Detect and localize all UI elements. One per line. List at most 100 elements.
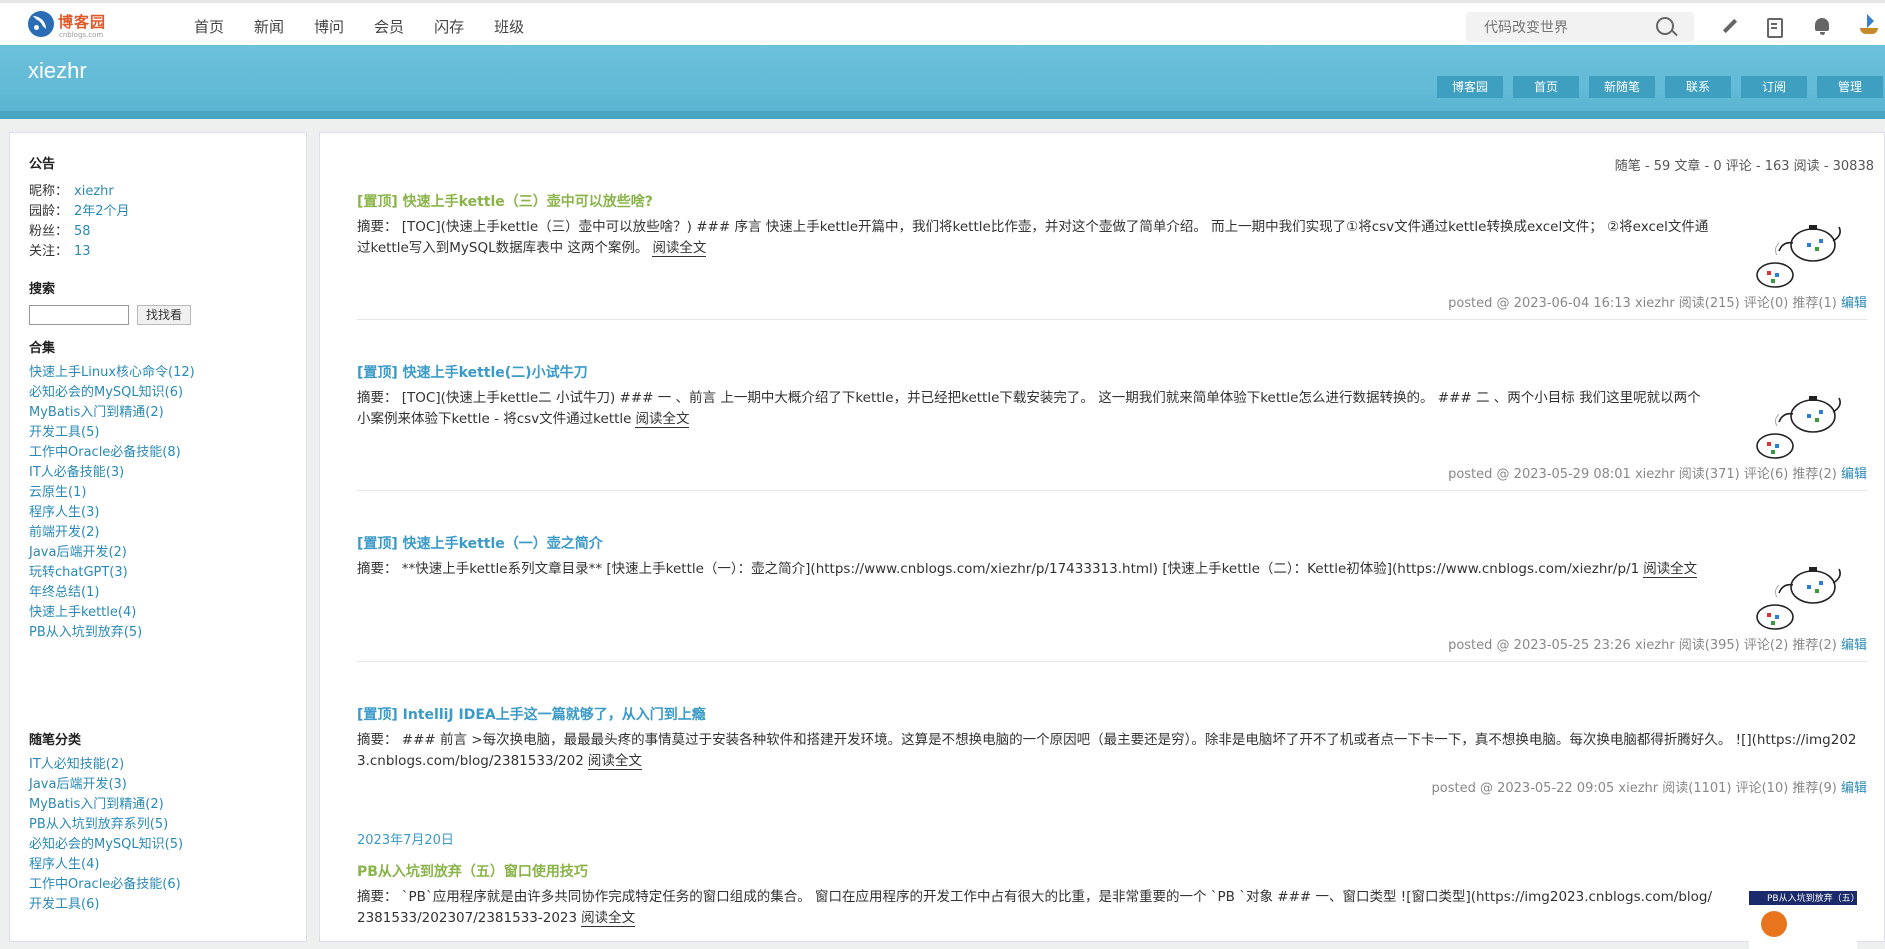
pen-icon[interactable]	[1718, 16, 1738, 36]
post-summary-text: 摘要： ### 前言 >每次换电脑，最最最头疼的事情莫过于安装各种软件和搭建开发…	[357, 732, 1857, 769]
post-summary-text: 摘要： **快速上手kettle系列文章目录** [快速上手kettle（一）：…	[357, 561, 1640, 577]
post-divider	[357, 490, 1867, 491]
collection-link[interactable]: Java后端开发(2)	[29, 541, 127, 560]
post-summary: 摘要： **快速上手kettle系列文章目录** [快速上手kettle（一）：…	[357, 559, 1713, 580]
post-meta: posted @ 2023-05-29 08:01 xiezhr 阅读(371)…	[1448, 467, 1837, 482]
post-footer: posted @ 2023-05-25 23:26 xiezhr 阅读(395)…	[1448, 634, 1867, 653]
teapot-icon	[1756, 567, 1841, 630]
blog-nav-contact[interactable]: 联系	[1665, 76, 1731, 98]
bell-icon[interactable]	[1812, 16, 1832, 36]
collection-link[interactable]: 云原生(1)	[29, 481, 86, 500]
collection-link[interactable]: MyBatis入门到精通(2)	[29, 401, 164, 420]
post-summary: 摘要： `PB`应用程序就是由许多共同协作完成特定任务的窗口组成的集合。 窗口在…	[357, 887, 1713, 929]
post-summary-text: 摘要： `PB`应用程序就是由许多共同协作完成特定任务的窗口组成的集合。 窗口在…	[357, 889, 1713, 926]
nav-vip[interactable]: 会员	[374, 16, 404, 37]
post-summary-text: 摘要： [TOC](快速上手kettle（三）壶中可以放些啥？) ### 序言 …	[357, 219, 1709, 256]
date-header: 2023年7月20日	[357, 833, 454, 848]
category-link[interactable]: Java后端开发(3)	[29, 773, 127, 792]
sidebar-search-input[interactable]	[29, 305, 129, 325]
edit-link[interactable]: 编辑	[1841, 638, 1867, 653]
post-divider	[357, 661, 1867, 662]
sidebar-search-button[interactable]: 找找看	[137, 305, 191, 325]
collection-link[interactable]: 工作中Oracle必备技能(8)	[29, 441, 181, 460]
post-item: PB从入坑到放弃（五）窗口使用技巧 摘要： `PB`应用程序就是由许多共同协作完…	[357, 861, 1867, 949]
post-item: [置顶] 快速上手kettle(二)小试牛刀 摘要： [TOC](快速上手ket…	[357, 362, 1867, 491]
collection-link[interactable]: 快速上手Linux核心命令(12)	[29, 361, 195, 380]
post-meta: posted @ 2023-05-22 09:05 xiezhr 阅读(1101…	[1431, 781, 1837, 796]
profile-value[interactable]: xiezhr	[74, 184, 114, 199]
post-meta: posted @ 2023-05-25 23:26 xiezhr 阅读(395)…	[1448, 638, 1837, 653]
profile-label: 粉丝：	[29, 224, 69, 239]
search-icon[interactable]	[1656, 17, 1674, 35]
edit-link[interactable]: 编辑	[1841, 467, 1867, 482]
category-link[interactable]: 开发工具(6)	[29, 893, 99, 912]
read-more-link[interactable]: 阅读全文	[581, 910, 636, 927]
boat-icon[interactable]	[1858, 14, 1878, 34]
collection-link[interactable]: 年终总结(1)	[29, 581, 99, 600]
collection-link[interactable]: IT人必备技能(3)	[29, 461, 124, 480]
nav-class[interactable]: 班级	[494, 16, 524, 37]
blog-nav-cnblogs[interactable]: 博客园	[1437, 76, 1503, 98]
post-thumbnail: PB从入坑到放弃（五）	[1749, 889, 1860, 949]
edit-link[interactable]: 编辑	[1841, 296, 1867, 311]
collection-link[interactable]: 快速上手kettle(4)	[29, 601, 136, 620]
read-more-link[interactable]: 阅读全文	[587, 753, 642, 770]
blog-nav-subscribe[interactable]: 订阅	[1741, 76, 1807, 98]
category-link[interactable]: MyBatis入门到精通(2)	[29, 793, 164, 812]
teapot-icon	[1756, 396, 1841, 459]
notebook-icon[interactable]	[1764, 16, 1784, 38]
read-more-link[interactable]: 阅读全文	[1643, 561, 1698, 578]
post-list: 随笔 - 59 文章 - 0 评论 - 163 阅读 - 30838 [置顶] …	[319, 132, 1885, 949]
profile-follow: 关注： 13	[29, 240, 91, 259]
blog-nav-admin[interactable]: 管理	[1817, 76, 1883, 98]
blog-nav: 博客园 首页 新随笔 联系 订阅 管理	[1437, 76, 1883, 98]
post-title[interactable]: PB从入坑到放弃（五）窗口使用技巧	[357, 861, 1867, 881]
nav-qa[interactable]: 博问	[314, 16, 344, 37]
post-footer: posted @ 2023-05-29 08:01 xiezhr 阅读(371)…	[1448, 463, 1867, 482]
categories-title: 随笔分类	[29, 733, 82, 748]
profile-label: 昵称：	[29, 184, 69, 199]
site-search-input[interactable]	[1466, 12, 1666, 44]
category-link[interactable]: PB从入坑到放弃系列(5)	[29, 813, 168, 832]
post-item: [置顶] 快速上手kettle（三）壶中可以放些啥? 摘要： [TOC](快速上…	[357, 191, 1867, 320]
read-more-link[interactable]: 阅读全文	[652, 240, 707, 257]
nav-ing[interactable]: 闪存	[434, 16, 464, 37]
post-title[interactable]: [置顶] 快速上手kettle(二)小试牛刀	[357, 362, 1867, 382]
post-item: [置顶] IntelliJ IDEA上手这一篇就够了，从入门到上瘾 摘要： ##…	[357, 704, 1867, 796]
read-more-link[interactable]: 阅读全文	[635, 411, 690, 428]
collection-link[interactable]: 程序人生(3)	[29, 501, 99, 520]
category-link[interactable]: 程序人生(4)	[29, 853, 99, 872]
edit-link[interactable]: 编辑	[1841, 781, 1867, 796]
profile-label: 关注：	[29, 244, 69, 259]
blog-nav-home[interactable]: 首页	[1513, 76, 1579, 98]
collections-title: 合集	[29, 341, 56, 356]
site-search	[1466, 12, 1694, 44]
teapot-icon	[1756, 225, 1841, 288]
collection-link[interactable]: 前端开发(2)	[29, 521, 99, 540]
blog-title[interactable]: xiezhr	[28, 58, 87, 84]
post-title[interactable]: [置顶] 快速上手kettle（三）壶中可以放些啥?	[357, 191, 1867, 211]
profile-value[interactable]: 2年2个月	[74, 204, 130, 219]
thumbnail-caption: PB从入坑到放弃（五）	[1767, 894, 1860, 904]
post-title[interactable]: [置顶] 快速上手kettle（一）壶之简介	[357, 533, 1867, 553]
category-link[interactable]: 工作中Oracle必备技能(6)	[29, 873, 181, 892]
nav-news[interactable]: 新闻	[254, 16, 284, 37]
blog-header: xiezhr 博客园 首页 新随笔 联系 订阅 管理	[0, 45, 1885, 119]
nav-home[interactable]: 首页	[194, 16, 224, 37]
collection-link[interactable]: 开发工具(5)	[29, 421, 99, 440]
profile-age: 园龄： 2年2个月	[29, 200, 130, 219]
category-link[interactable]: 必知必会的MySQL知识(5)	[29, 833, 183, 852]
category-link[interactable]: IT人必知技能(2)	[29, 753, 124, 772]
post-title[interactable]: [置顶] IntelliJ IDEA上手这一篇就够了，从入门到上瘾	[357, 704, 1867, 724]
profile-value[interactable]: 13	[74, 244, 91, 259]
collection-link[interactable]: 必知必会的MySQL知识(6)	[29, 381, 183, 400]
collection-link[interactable]: PB从入坑到放弃(5)	[29, 621, 142, 640]
site-logo[interactable]: 博客园 cnblogs.com	[28, 11, 108, 41]
collection-link[interactable]: 玩转chatGPT(3)	[29, 561, 128, 580]
post-meta: posted @ 2023-06-04 16:13 xiezhr 阅读(215)…	[1448, 296, 1837, 311]
notice-title: 公告	[29, 157, 56, 172]
profile-value[interactable]: 58	[74, 224, 91, 239]
post-summary-text: 摘要： [TOC](快速上手kettle二 小试牛刀) ### 一 、前言 上一…	[357, 390, 1701, 427]
site-brand: 博客园	[58, 13, 107, 31]
blog-nav-new-post[interactable]: 新随笔	[1589, 76, 1655, 98]
